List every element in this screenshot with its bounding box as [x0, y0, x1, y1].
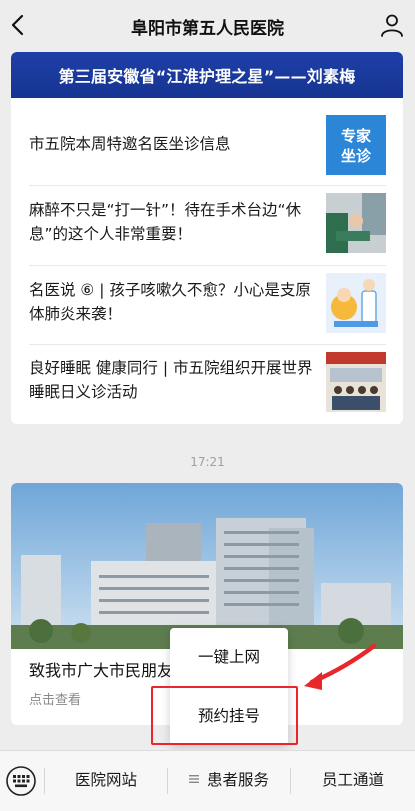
tab-hospital-website[interactable]: 医院网站 [45, 751, 167, 811]
banner-headline[interactable]: 第三届安徽省“江淮护理之星”——刘素梅 [11, 52, 403, 98]
article-item-3[interactable]: 名医说 ⑥ | 孩子咳嗽久不愈？小心是支原体肺炎来袭！ [11, 266, 403, 346]
tab-staff-channel[interactable]: 员工通道 [291, 751, 415, 811]
article-item-1[interactable]: 市五院本周特邀名医坐诊信息 专家 坐诊 [11, 108, 403, 188]
nav-bar: 阜阳市第五人民医院 [0, 0, 415, 50]
tab-patient-services[interactable]: 患者服务 [168, 751, 290, 811]
article-thumbnail [326, 193, 386, 253]
person-icon [381, 14, 403, 37]
article-title: 市五院本周特邀名医坐诊信息 [29, 135, 231, 153]
hospital-photo [11, 483, 403, 649]
article-title: 麻醉不只是“打一针”！待在手术台边“休息”的这个人非常重要！ [29, 201, 302, 243]
back-button[interactable] [6, 12, 32, 38]
tab-label: 患者服务 [206, 771, 269, 789]
menu-item-quick-network[interactable]: 一键上网 [170, 628, 288, 686]
red-arrow-icon [304, 643, 377, 690]
bottom-menu-bar: 医院网站 患者服务 员工通道 [0, 750, 415, 811]
keyboard-toggle-button[interactable] [5, 765, 37, 797]
menu-lines-icon [188, 775, 199, 783]
article-item-2[interactable]: 麻醉不只是“打一针”！待在手术台边“休息”的这个人非常重要！ [11, 186, 403, 266]
keyboard-icon [6, 766, 36, 796]
article-thumbnail [326, 273, 386, 333]
highlight-annotation [151, 686, 298, 745]
thumbnail-text-1: 专家 [341, 127, 371, 145]
chevron-left-icon [11, 14, 24, 36]
article-item-4[interactable]: 良好睡眠 健康同行 | 市五院组织开展世界睡眠日义诊活动 [11, 345, 403, 424]
article-thumbnail: 专家 坐诊 [326, 115, 386, 175]
article-list-card: 第三届安徽省“江淮护理之星”——刘素梅 市五院本周特邀名医坐诊信息 专家 坐诊 … [11, 52, 403, 424]
banner-text: 第三届安徽省“江淮护理之星”——刘素梅 [58, 67, 356, 86]
feature-subtitle: 点击查看 [29, 693, 82, 708]
article-title: 名医说 ⑥ | 孩子咳嗽久不愈？小心是支原体肺炎来袭！ [29, 281, 311, 323]
message-timestamp: 17:21 [190, 455, 225, 469]
profile-button[interactable] [379, 12, 405, 38]
thumbnail-text-2: 坐诊 [341, 147, 372, 165]
article-thumbnail [326, 352, 386, 412]
page-title: 阜阳市第五人民医院 [131, 19, 284, 39]
article-title: 良好睡眠 健康同行 | 市五院组织开展世界睡眠日义诊活动 [29, 359, 313, 401]
